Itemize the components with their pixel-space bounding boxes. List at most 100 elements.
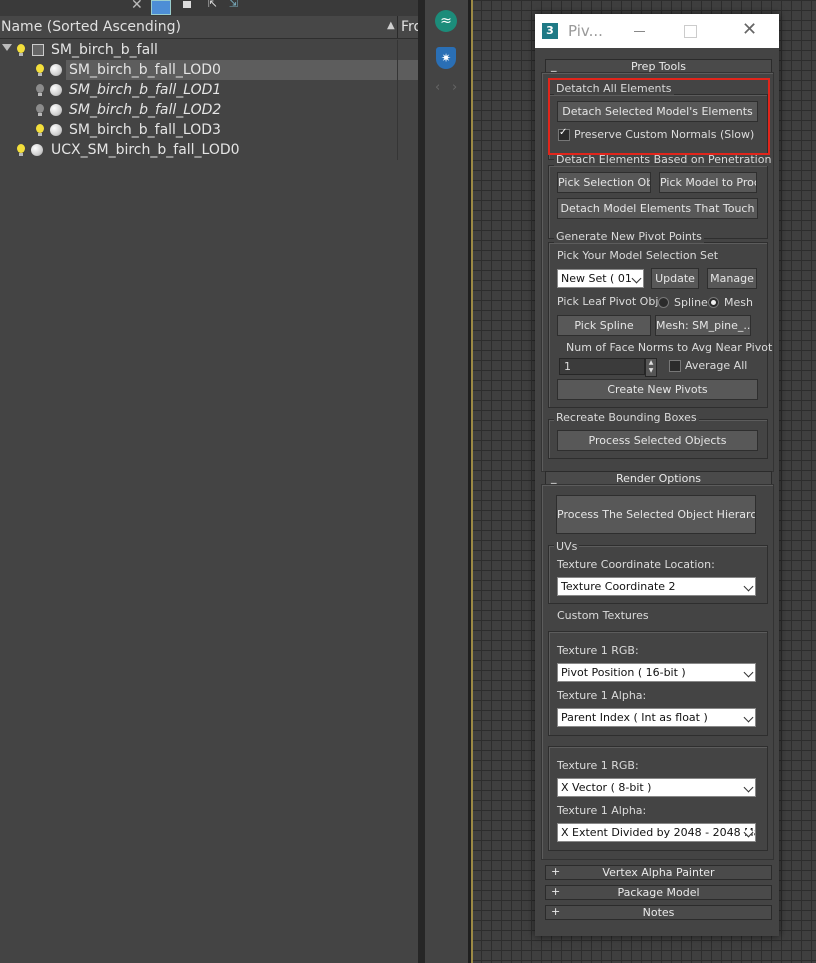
rollout-package-model[interactable]: + Package Model xyxy=(545,885,772,900)
pick-mesh-button[interactable]: Mesh: SM_pine_... xyxy=(655,315,751,336)
expand-icon: + xyxy=(551,865,561,878)
chevron-down-icon xyxy=(743,712,754,723)
light-bulb-icon[interactable] xyxy=(36,64,44,76)
list-item[interactable]: SM_birch_b_fall_LOD2 xyxy=(0,100,420,120)
collapse-icon: _ xyxy=(551,59,557,72)
dropdown-value: Parent Index ( Int as float ) xyxy=(561,711,708,724)
spinner-value: 1 xyxy=(564,360,571,373)
column-name-header[interactable]: Name (Sorted Ascending) xyxy=(1,19,181,35)
light-bulb-icon[interactable] xyxy=(17,144,25,156)
list-item[interactable]: UCX_SM_birch_b_fall_LOD0 xyxy=(0,140,420,160)
chevron-down-icon xyxy=(631,273,642,284)
app-logo-icon: 3 xyxy=(542,23,558,39)
plugin-icon[interactable]: ≈ xyxy=(435,10,457,32)
mesh-label: Mesh xyxy=(724,296,753,309)
list-item[interactable]: SM_birch_b_fall_LOD0 xyxy=(0,60,420,80)
chevron-down-icon xyxy=(743,581,754,592)
group-title: Recreate Bounding Boxes xyxy=(554,411,699,424)
average-all-label: Average All xyxy=(685,359,748,372)
expand-arrow-icon[interactable] xyxy=(2,44,12,51)
item-label: SM_birch_b_fall_LOD0 xyxy=(69,62,221,78)
selection-set-dropdown[interactable]: New Set ( 01 xyxy=(557,269,644,288)
tex2-alpha-dropdown[interactable]: X Extent Divided by 2048 - 2048 Ma: xyxy=(557,823,756,842)
pick-selection-obj-button[interactable]: Pick Selection Obj xyxy=(557,172,651,193)
scene-explorer: ✕ ⇱ ⇲ Name (Sorted Ascending) ▲ Fro SM_b… xyxy=(0,0,422,963)
dropdown-value: Pivot Position ( 16-bit ) xyxy=(561,666,686,679)
detach-touch-button[interactable]: Detach Model Elements That Touch xyxy=(557,198,758,219)
chevron-down-icon xyxy=(743,667,754,678)
expand-icon: + xyxy=(551,905,561,918)
dropdown-value: X Vector ( 8-bit ) xyxy=(561,781,652,794)
geometry-icon xyxy=(50,104,62,116)
pick-spline-button[interactable]: Pick Spline xyxy=(557,315,651,336)
list-item[interactable]: SM_birch_b_fall_LOD3 xyxy=(0,120,420,140)
column-divider[interactable] xyxy=(397,16,398,38)
tex1-rgb-dropdown[interactable]: Pivot Position ( 16-bit ) xyxy=(557,663,756,682)
dialog-titlebar[interactable]: 3 Piv... ✕ xyxy=(535,14,779,48)
panel-divider[interactable] xyxy=(418,0,425,963)
light-bulb-icon[interactable] xyxy=(17,44,25,56)
arrow-right-icon[interactable]: › xyxy=(452,80,457,95)
selection-set-label: Pick Your Model Selection Set xyxy=(557,249,719,262)
mesh-radio[interactable] xyxy=(708,297,719,308)
tex-rgb-label: Texture 1 RGB: xyxy=(557,644,639,657)
spline-radio[interactable] xyxy=(658,297,669,308)
light-bulb-off-icon[interactable] xyxy=(36,104,44,116)
rollout-notes[interactable]: + Notes xyxy=(545,905,772,920)
list-item[interactable]: SM_birch_b_fall xyxy=(0,40,420,60)
list-item[interactable]: SM_birch_b_fall_LOD1 xyxy=(0,80,420,100)
maximize-icon[interactable] xyxy=(684,25,697,38)
item-label: UCX_SM_birch_b_fall_LOD0 xyxy=(51,142,240,158)
light-bulb-icon[interactable] xyxy=(36,124,44,136)
column-header[interactable]: Name (Sorted Ascending) ▲ Fro xyxy=(0,16,422,39)
update-button[interactable]: Update xyxy=(651,268,699,289)
create-pivots-button[interactable]: Create New Pivots xyxy=(557,379,758,400)
manage-button[interactable]: Manage xyxy=(707,268,757,289)
leaf-pivot-label: Pick Leaf Pivot Obj xyxy=(557,295,659,308)
chevron-down-icon xyxy=(743,782,754,793)
close-icon[interactable]: ✕ xyxy=(742,19,757,40)
pick-model-button[interactable]: Pick Model to Proc xyxy=(659,172,757,193)
minimize-icon[interactable] xyxy=(634,31,645,32)
tex-alpha-label: Texture 1 Alpha: xyxy=(557,804,647,817)
arrow-left-icon[interactable]: ‹ xyxy=(435,80,440,95)
item-label: SM_birch_b_fall xyxy=(51,42,158,58)
dropdown-value: Texture Coordinate 2 xyxy=(561,580,676,593)
explorer-toolbar: ✕ ⇱ ⇲ xyxy=(0,0,420,16)
face-norms-spinner[interactable]: 1 xyxy=(559,358,645,375)
dropdown-value: X Extent Divided by 2048 - 2048 Ma: xyxy=(561,826,756,839)
group-icon xyxy=(32,44,44,56)
group-title: UVs xyxy=(554,540,580,553)
group-title: Generate New Pivot Points xyxy=(554,230,704,243)
filter-toggle-icon[interactable] xyxy=(151,0,171,15)
tex-rgb-label: Texture 1 RGB: xyxy=(557,759,639,772)
rollout-vertex-alpha-painter[interactable]: + Vertex Alpha Painter xyxy=(545,865,772,880)
collapse-icon: _ xyxy=(551,471,557,484)
tex2-rgb-dropdown[interactable]: X Vector ( 8-bit ) xyxy=(557,778,756,797)
light-bulb-off-icon[interactable] xyxy=(36,84,44,96)
rollout-label: Vertex Alpha Painter xyxy=(602,866,715,879)
item-label: SM_birch_b_fall_LOD2 xyxy=(69,102,222,118)
custom-textures-label: Custom Textures xyxy=(557,609,649,622)
column-divider-line xyxy=(397,40,398,160)
geometry-icon xyxy=(50,64,62,76)
dropdown-value: New Set ( 01 xyxy=(561,272,632,285)
rollout-label: Notes xyxy=(642,906,675,919)
shield-icon[interactable]: ✷ xyxy=(436,47,456,69)
select-children-icon[interactable]: ⇲ xyxy=(229,0,238,10)
lock-icon[interactable] xyxy=(183,1,191,8)
dialog-title: Piv... xyxy=(568,22,603,40)
close-filter-icon[interactable]: ✕ xyxy=(131,0,143,13)
expand-icon: + xyxy=(551,885,561,898)
item-label: SM_birch_b_fall_LOD3 xyxy=(69,122,221,138)
rollout-label: Package Model xyxy=(617,886,700,899)
spinner-arrows-icon[interactable]: ▲ ▼ xyxy=(645,358,657,377)
tex-coord-dropdown[interactable]: Texture Coordinate 2 xyxy=(557,577,756,596)
tex1-alpha-dropdown[interactable]: Parent Index ( Int as float ) xyxy=(557,708,756,727)
average-all-checkbox[interactable] xyxy=(669,360,681,372)
highlight-box xyxy=(548,78,770,155)
tex-alpha-label: Texture 1 Alpha: xyxy=(557,689,647,702)
select-icon[interactable]: ⇱ xyxy=(208,0,217,10)
process-hierarchy-button[interactable]: Process The Selected Object Hierarchy xyxy=(556,495,756,534)
process-selected-button[interactable]: Process Selected Objects xyxy=(557,430,758,451)
